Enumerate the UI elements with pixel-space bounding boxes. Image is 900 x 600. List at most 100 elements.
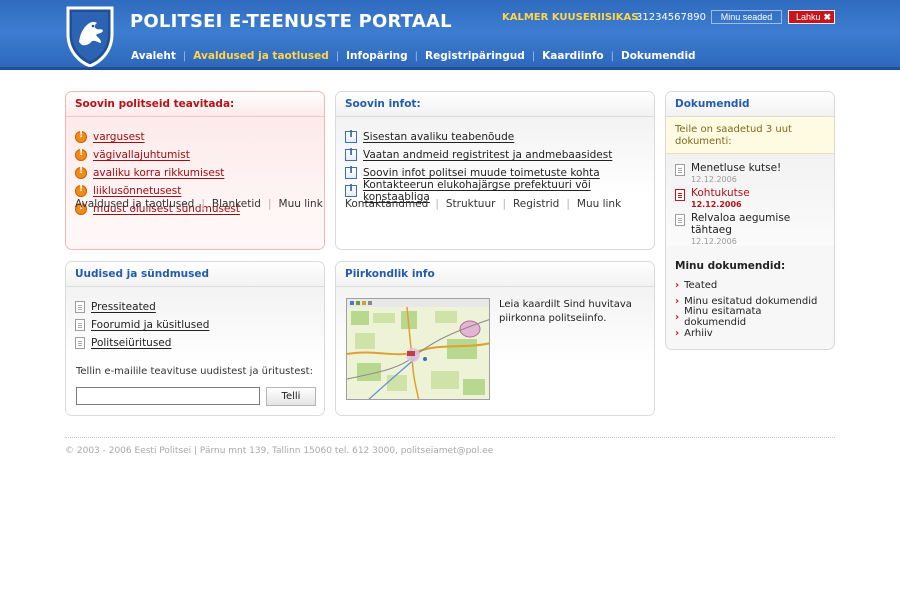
report-link-theft[interactable]: vargusest	[93, 131, 145, 143]
info-icon	[345, 148, 357, 161]
warning-icon	[75, 130, 87, 143]
list-item: Vaatan andmeid registritest ja andmebaas…	[345, 146, 645, 164]
my-settings-button[interactable]: Minu seaded	[711, 10, 782, 24]
info-box-title: Soovin infot:	[336, 92, 654, 117]
info-icon	[345, 184, 357, 197]
info-link-registries[interactable]: Vaatan andmeid registritest ja andmebaas…	[363, 149, 612, 161]
link-forms[interactable]: Blanketid	[212, 198, 261, 210]
close-icon: ✖	[823, 12, 832, 22]
newsletter-label: Tellin e-mailile teavituse uudistest ja …	[76, 366, 313, 377]
nav-item-info-query[interactable]: Infopäring	[346, 50, 408, 62]
nav-separator: |	[610, 50, 614, 62]
info-icon	[345, 166, 357, 179]
document-item[interactable]: Kohtukutse 12.12.2006	[675, 187, 825, 209]
list-item: Foorumid ja küsitlused	[75, 316, 315, 334]
header: POLITSEI E-TEENUSTE PORTAAL KALMER KUUSE…	[0, 0, 900, 70]
logout-button[interactable]: Lahku ✖	[788, 10, 835, 24]
footer-text: © 2003 - 2006 Eesti Politsei | Pärnu mnt…	[65, 446, 494, 456]
link-other[interactable]: Muu link	[577, 198, 621, 210]
info-box-body: Sisestan avaliku teabenõude Vaatan andme…	[336, 117, 654, 249]
report-link-violence[interactable]: vägivallajuhtumist	[93, 149, 190, 161]
link-separator: |	[502, 198, 506, 210]
report-link-traffic-accident[interactable]: liiklusõnnetusest	[93, 185, 181, 197]
info-box-links: Kontaktandmed | Struktuur | Registrid | …	[345, 198, 621, 210]
report-to-police-box: Soovin politseid teavitada: vargusest vä…	[65, 91, 325, 250]
document-title[interactable]: Menetluse kutse!	[691, 162, 781, 174]
list-item: Politseiüritused	[75, 334, 315, 352]
arrow-right-icon: ›	[675, 295, 680, 307]
nav-item-home[interactable]: Avaleht	[131, 50, 176, 62]
police-crest-logo[interactable]	[64, 4, 116, 68]
document-icon	[75, 301, 85, 313]
info-list: Sisestan avaliku teabenõude Vaatan andme…	[336, 117, 654, 203]
nav-item-documents[interactable]: Dokumendid	[621, 50, 696, 62]
new-documents-list: Menetluse kutse! 12.12.2006 Kohtukutse 12.…	[666, 154, 834, 246]
link-unsubmitted-documents[interactable]: Minu esitamata dokumendid	[684, 306, 825, 328]
nav-separator: |	[335, 50, 340, 62]
link-notices[interactable]: Teated	[684, 280, 717, 291]
map-thumbnail[interactable]	[346, 298, 490, 400]
map-box-title: Piirkondlik info	[336, 262, 654, 287]
nav-item-applications[interactable]: Avaldused ja taotlused	[193, 50, 328, 62]
link-police-events[interactable]: Politseiüritused	[91, 337, 171, 349]
link-registries[interactable]: Registrid	[513, 198, 559, 210]
report-box-links: Avaldused ja taotlused | Blanketid | Muu…	[75, 198, 323, 210]
nav-separator: |	[182, 50, 187, 62]
request-info-box: Soovin infot: Sisestan avaliku teabenõud…	[335, 91, 655, 250]
link-contacts[interactable]: Kontaktandmed	[345, 198, 428, 210]
document-icon	[75, 319, 85, 331]
link-other[interactable]: Muu link	[279, 198, 323, 210]
info-link-other-activities[interactable]: Soovin infot politsei muude toimetuste k…	[363, 167, 600, 179]
site-title: POLITSEI E-TEENUSTE PORTAAL	[130, 11, 452, 32]
report-box-title: Soovin politseid teavitada:	[66, 92, 324, 117]
list-item: Sisestan avaliku teabenõude	[345, 128, 645, 146]
report-box-body: vargusest vägivallajuhtumist avaliku kor…	[66, 117, 324, 249]
documents-box: Dokumendid Teile on saadetud 3 uut dokum…	[665, 91, 835, 350]
documents-box-title: Dokumendid	[666, 92, 834, 117]
user-name: KALMER KUUSERIISIKAS	[502, 12, 639, 23]
document-icon	[675, 214, 685, 226]
arrow-right-icon: ›	[675, 311, 680, 323]
newsletter-email-input[interactable]	[76, 387, 260, 405]
link-applications[interactable]: Avaldused ja taotlused	[75, 198, 194, 210]
subscribe-button[interactable]: Telli	[266, 387, 316, 406]
link-archive[interactable]: Arhiiv	[684, 328, 713, 339]
link-submitted-documents[interactable]: Minu esitatud dokumendid	[684, 296, 817, 307]
arrow-right-icon: ›	[675, 327, 680, 339]
document-title[interactable]: Relvaloa aegumise tähtaeg	[691, 212, 790, 236]
document-icon	[75, 337, 85, 349]
report-link-public-order[interactable]: avaliku korra rikkumisest	[93, 167, 224, 179]
document-item[interactable]: Menetluse kutse! 12.12.2006	[675, 162, 825, 184]
news-list: Pressiteated Foorumid ja küsitlused Poli…	[66, 287, 324, 352]
user-id-code: 31234567890	[636, 12, 706, 23]
info-icon	[345, 130, 357, 143]
new-documents-notice: Teile on saadetud 3 uut dokumenti:	[666, 117, 834, 154]
nav-item-registry-queries[interactable]: Registripäringud	[425, 50, 525, 62]
list-item: Pressiteated	[75, 298, 315, 316]
link-separator: |	[566, 198, 570, 210]
warning-icon	[75, 148, 87, 161]
info-link-public-request[interactable]: Sisestan avaliku teabenõude	[363, 131, 514, 143]
nav-separator: |	[531, 50, 536, 62]
warning-icon	[75, 184, 87, 197]
nav-item-map-info[interactable]: Kaardiinfo	[542, 50, 603, 62]
link-separator: |	[435, 198, 439, 210]
link-forums-polls[interactable]: Foorumid ja küsitlused	[91, 319, 209, 331]
my-documents-list: › Teated › Minu esitatud dokumendid › Minu …	[666, 277, 834, 341]
document-item[interactable]: Relvaloa aegumise tähtaeg 12.12.2006	[675, 212, 825, 246]
nav-separator: |	[414, 50, 419, 62]
my-documents-item[interactable]: › Teated	[675, 277, 825, 293]
my-documents-item[interactable]: › Minu esitamata dokumendid	[675, 306, 825, 328]
link-structure[interactable]: Struktuur	[446, 198, 496, 210]
document-date: 12.12.2006	[691, 200, 742, 209]
news-box-title: Uudised ja sündmused	[66, 262, 324, 287]
document-icon	[675, 164, 685, 176]
document-title[interactable]: Kohtukutse	[691, 187, 750, 199]
list-item: vägivallajuhtumist	[75, 146, 315, 164]
link-separator: |	[267, 198, 272, 210]
news-and-events-box: Uudised ja sündmused Pressiteated Foorum…	[65, 261, 325, 416]
map-description: Leia kaardilt Sind huvitava piirkonna po…	[499, 299, 632, 324]
document-icon	[675, 189, 685, 201]
link-press-releases[interactable]: Pressiteated	[91, 301, 156, 313]
map-image	[347, 299, 489, 399]
